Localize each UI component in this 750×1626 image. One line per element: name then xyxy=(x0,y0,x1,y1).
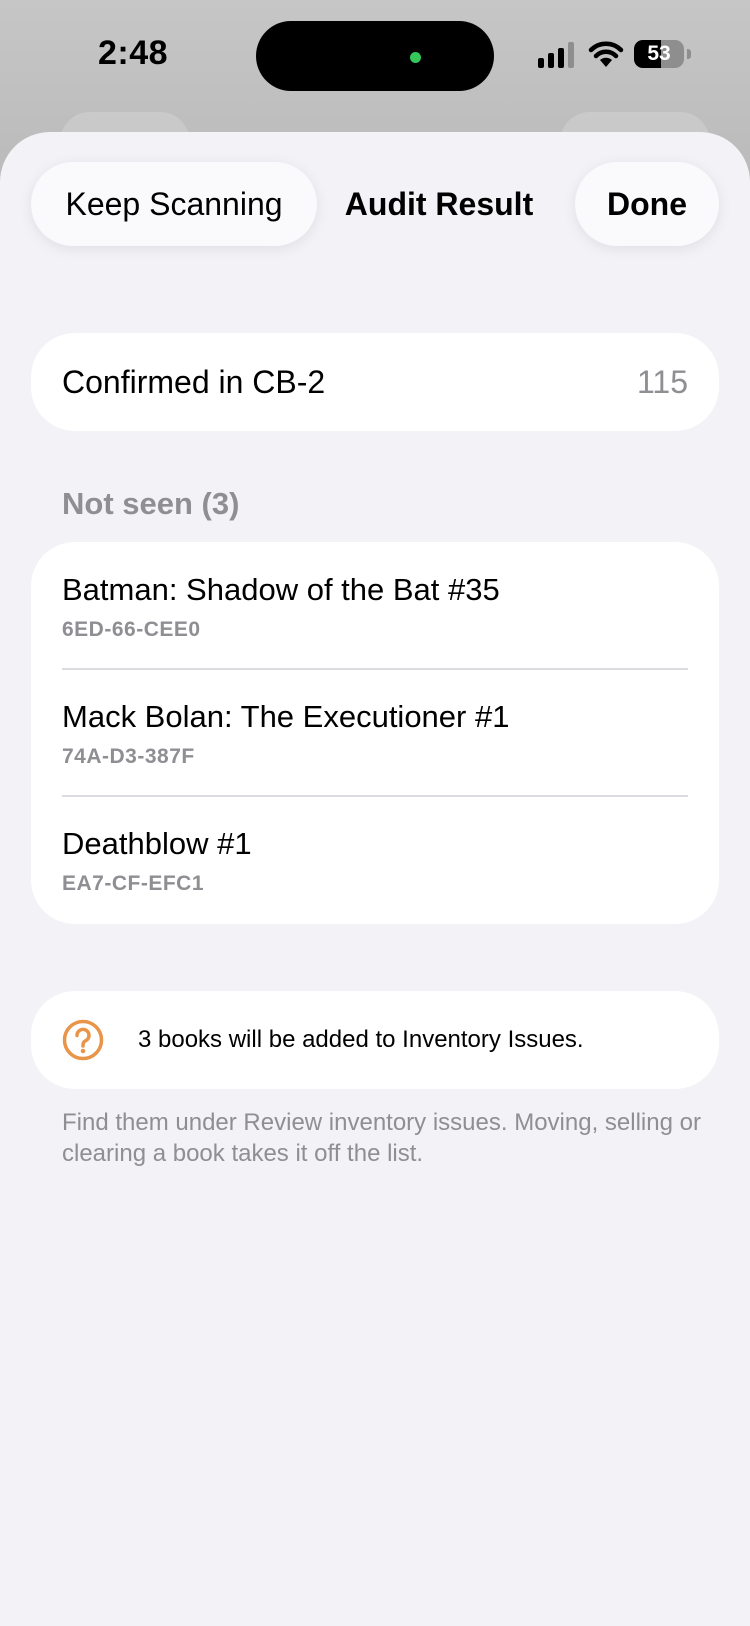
done-button[interactable]: Done xyxy=(575,162,719,246)
not-seen-section-header: Not seen (3) xyxy=(62,486,240,521)
notice-footnote: Find them under Review inventory issues.… xyxy=(62,1109,701,1167)
book-code: 6ED-66-CEE0 xyxy=(62,618,201,641)
confirmed-count: 115 xyxy=(636,364,688,400)
confirmed-label: Confirmed in CB-2 xyxy=(62,364,326,400)
status-time: 2:48 xyxy=(98,34,169,72)
inventory-issues-notice: 3 books will be added to Inventory Issue… xyxy=(31,991,719,1089)
book-title: Deathblow #1 xyxy=(62,826,252,861)
battery-icon: 53 xyxy=(634,40,684,68)
confirmed-summary-card: Confirmed in CB-2 115 xyxy=(31,333,719,431)
dynamic-island xyxy=(256,21,494,91)
wifi-icon xyxy=(588,41,624,67)
battery-terminal xyxy=(687,49,691,59)
list-item[interactable]: Deathblow #1 EA7-CF-EFC1 xyxy=(62,796,688,923)
book-title: Batman: Shadow of the Bat #35 xyxy=(62,572,500,607)
list-item[interactable]: Mack Bolan: The Executioner #1 74A-D3-38… xyxy=(62,669,688,796)
book-code: 74A-D3-387F xyxy=(62,745,195,768)
camera-indicator-dot xyxy=(410,52,421,63)
battery-percentage: 53 xyxy=(647,42,671,65)
page-title: Audit Result xyxy=(344,186,534,222)
keep-scanning-button[interactable]: Keep Scanning xyxy=(31,162,317,246)
status-bar: 2:48 53 xyxy=(0,0,750,112)
not-seen-list: Batman: Shadow of the Bat #35 6ED-66-CEE… xyxy=(31,542,719,924)
book-title: Mack Bolan: The Executioner #1 xyxy=(62,699,510,734)
list-item[interactable]: Batman: Shadow of the Bat #35 6ED-66-CEE… xyxy=(62,542,688,669)
book-code: EA7-CF-EFC1 xyxy=(62,872,205,895)
notice-text: 3 books will be added to Inventory Issue… xyxy=(138,1026,584,1053)
question-circle-icon xyxy=(62,1019,104,1061)
cellular-signal-icon xyxy=(538,42,576,68)
audit-result-sheet: Keep Scanning Audit Result Done Confirme… xyxy=(0,132,750,1626)
